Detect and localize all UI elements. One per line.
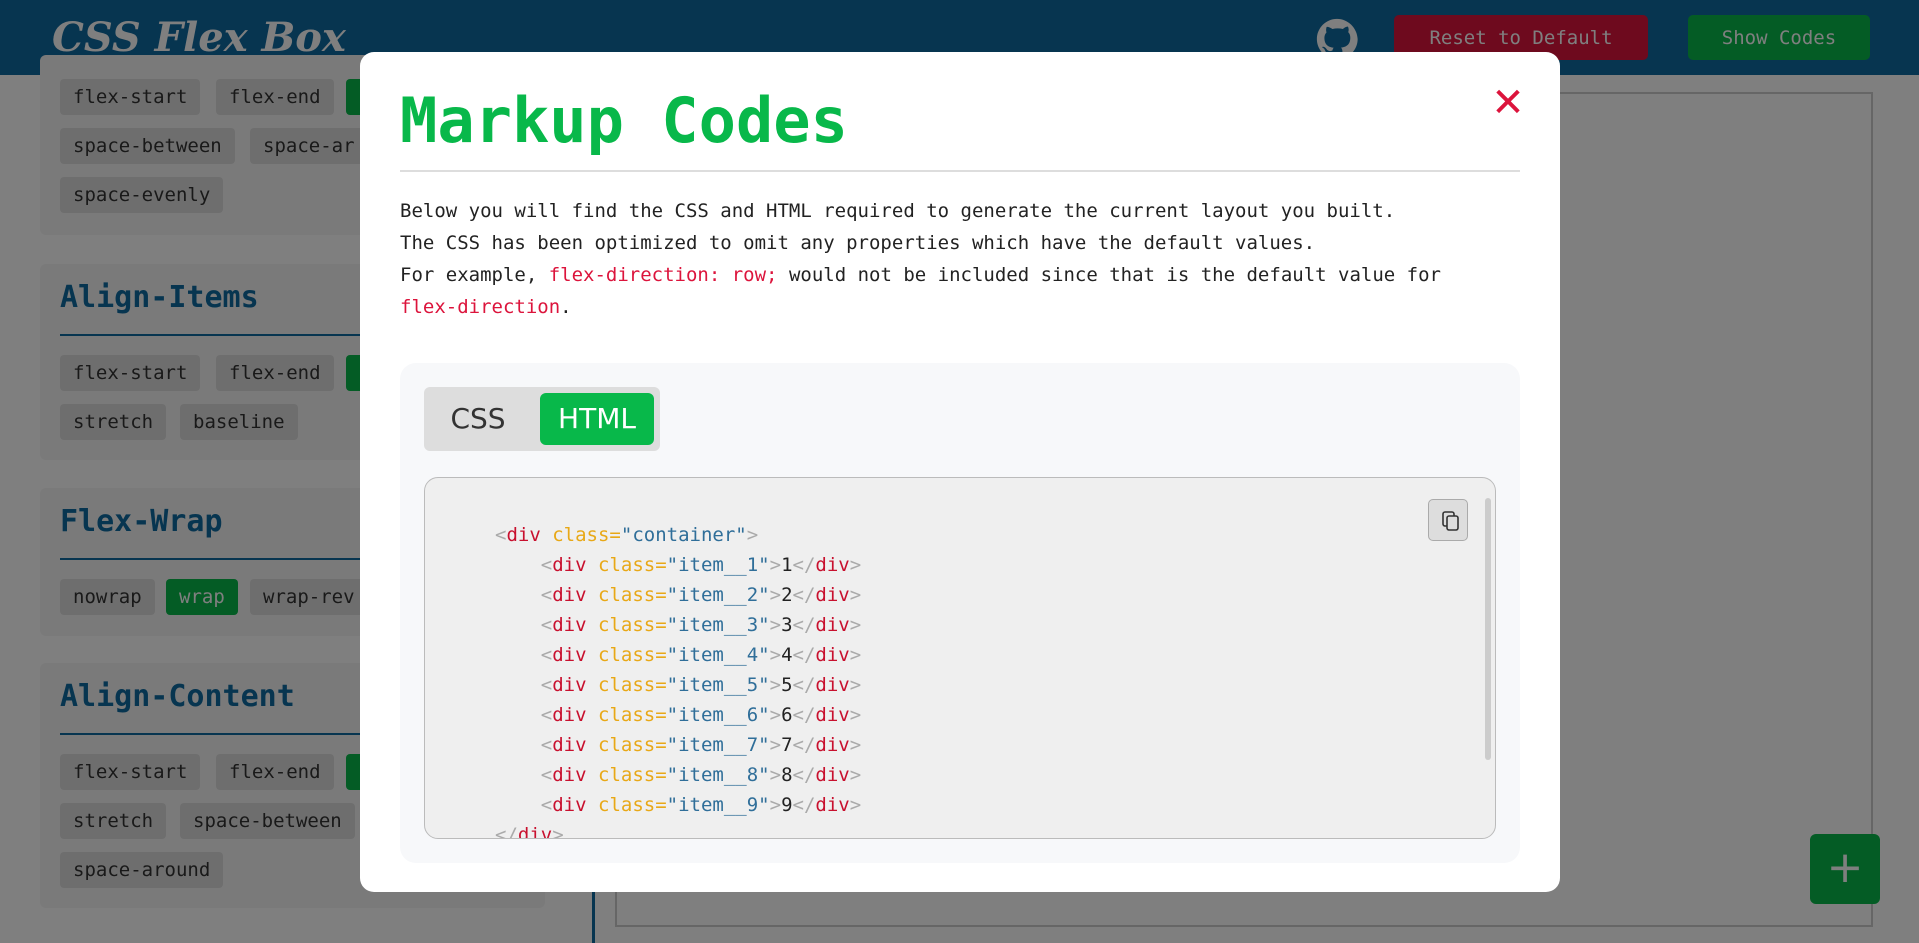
code-line: <div class="item__5">5</div> [540,674,862,696]
desc-text: . [560,296,572,318]
code-item-class: item__9 [678,794,759,816]
code-item-text: 5 [781,674,793,696]
code-line: <div class="item__3">3</div> [540,614,862,636]
code-item-class: item__6 [678,704,759,726]
code-container-class: container [632,524,736,546]
desc-line: flex-direction. [400,291,1525,323]
code-item-class: item__4 [678,644,759,666]
tab-css[interactable]: CSS [430,393,526,445]
code-item-text: 4 [781,644,793,666]
code-block[interactable]: <div class="container"> <div class="item… [424,477,1496,839]
modal-title: Markup Codes [400,84,848,157]
desc-line: The CSS has been optimized to omit any p… [400,232,1316,254]
code-scrollbar[interactable] [1485,498,1491,760]
code-line: <div class="item__8">8</div> [540,764,862,786]
desc-text: For example, [400,264,549,286]
code-tabs: CSS HTML [424,387,660,451]
code-item-class: item__2 [678,584,759,606]
code-line: <div class="item__7">7</div> [540,734,862,756]
code-item-text: 1 [781,554,793,576]
code-line: <div class="item__4">4</div> [540,644,862,666]
code-item-class: item__7 [678,734,759,756]
code-item-class: item__1 [678,554,759,576]
code-item-class: item__5 [678,674,759,696]
code-line: <div class="item__9">9</div> [540,794,862,816]
code-panel: CSS HTML <div class="container"> <div cl… [400,363,1520,863]
code-line: <div class="item__6">6</div> [540,704,862,726]
desc-line: For example, flex-direction: row; would … [400,259,1525,291]
copy-icon [1442,511,1459,531]
copy-button[interactable] [1428,499,1468,541]
code-item-text: 3 [781,614,793,636]
html-code: <div class="container"> <div class="item… [495,524,862,839]
close-icon[interactable]: ✕ [1486,78,1530,128]
desc-line: Below you will find the CSS and HTML req… [400,200,1396,222]
code-item-class: item__8 [678,764,759,786]
code-line: <div class="item__2">2</div> [540,584,862,606]
inline-code: flex-direction: row; [548,264,778,286]
markup-codes-modal: Markup Codes ✕ Below you will find the C… [360,52,1560,892]
code-line: <div class="item__1">1</div> [540,554,862,576]
code-item-text: 8 [781,764,793,786]
code-item-class: item__3 [678,614,759,636]
code-item-text: 2 [781,584,793,606]
tab-html[interactable]: HTML [540,393,654,445]
modal-description: Below you will find the CSS and HTML req… [400,195,1525,323]
code-item-text: 6 [781,704,793,726]
inline-code: flex-direction [400,296,561,318]
desc-text: would not be included since that is the … [777,264,1441,286]
divider [400,170,1520,172]
code-item-text: 7 [781,734,793,756]
code-item-text: 9 [781,794,793,816]
